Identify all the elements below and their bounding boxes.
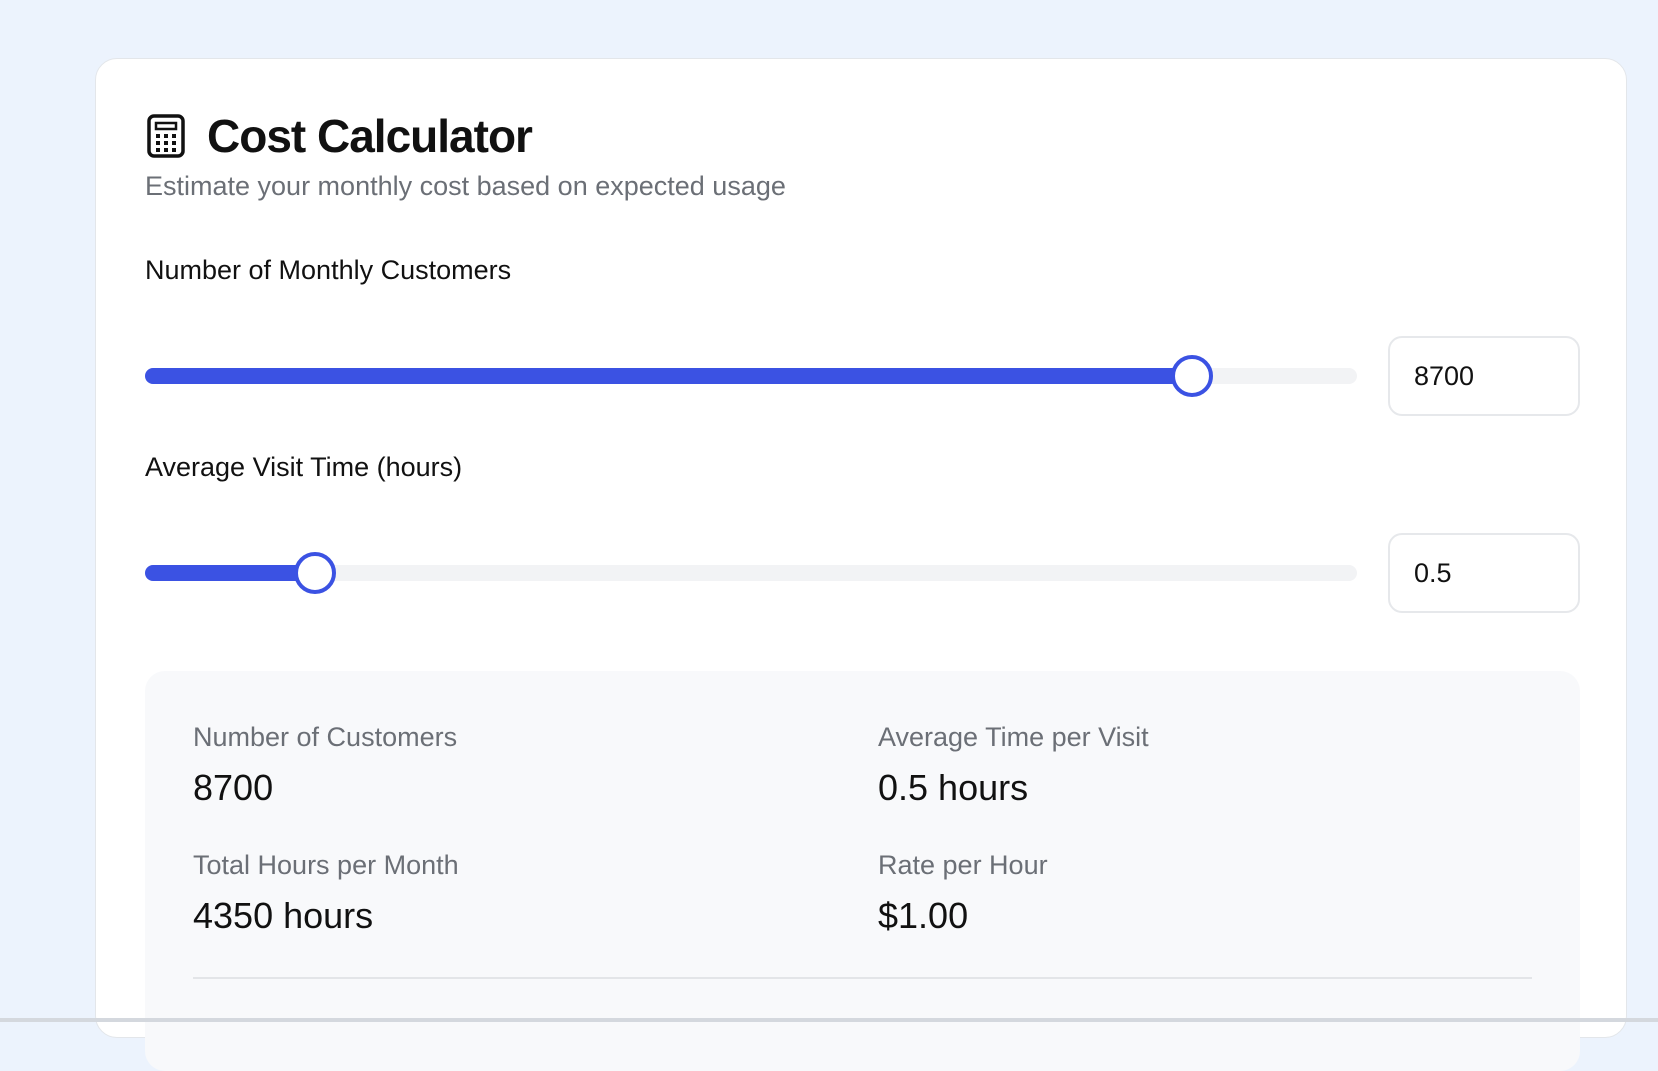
calculator-icon [145, 113, 187, 159]
summary-divider [193, 977, 1532, 979]
visit-time-input[interactable] [1388, 533, 1580, 613]
page-subtitle: Estimate your monthly cost based on expe… [145, 171, 786, 201]
visit-time-slider-fill [145, 565, 315, 581]
summary-total-hours-label: Total Hours per Month [193, 850, 459, 880]
customers-label: Number of Monthly Customers [145, 255, 512, 285]
customers-slider-fill [145, 368, 1193, 384]
summary-avg-time-label: Average Time per Visit [878, 722, 1149, 752]
summary-rate: Rate per Hour $1.00 [878, 850, 1048, 937]
summary-rate-label: Rate per Hour [878, 850, 1048, 880]
customers-slider[interactable] [145, 355, 1357, 397]
customers-slider-thumb[interactable] [1171, 355, 1214, 397]
title-row: Cost Calculator [145, 107, 533, 165]
cost-calculator-card: Cost Calculator Estimate your monthly co… [95, 58, 1627, 1071]
visit-time-label: Average Visit Time (hours) [145, 452, 463, 482]
summary-panel: Number of Customers 8700 Average Time pe… [145, 671, 1580, 1071]
visit-time-slider[interactable] [145, 552, 1357, 594]
summary-customers-value: 8700 [193, 767, 274, 808]
summary-rate-value: $1.00 [878, 895, 969, 936]
customers-input[interactable] [1388, 336, 1580, 416]
summary-customers: Number of Customers 8700 [193, 722, 457, 809]
summary-avg-time: Average Time per Visit 0.5 hours [878, 722, 1149, 809]
visit-time-slider-thumb[interactable] [293, 552, 336, 594]
summary-total-hours-value: 4350 hours [193, 895, 374, 936]
window-bottom-border [0, 1018, 1658, 1022]
page-title: Cost Calculator [207, 110, 533, 162]
summary-total-hours: Total Hours per Month 4350 hours [193, 850, 459, 937]
summary-customers-label: Number of Customers [193, 722, 458, 752]
summary-avg-time-value: 0.5 hours [878, 767, 1029, 808]
